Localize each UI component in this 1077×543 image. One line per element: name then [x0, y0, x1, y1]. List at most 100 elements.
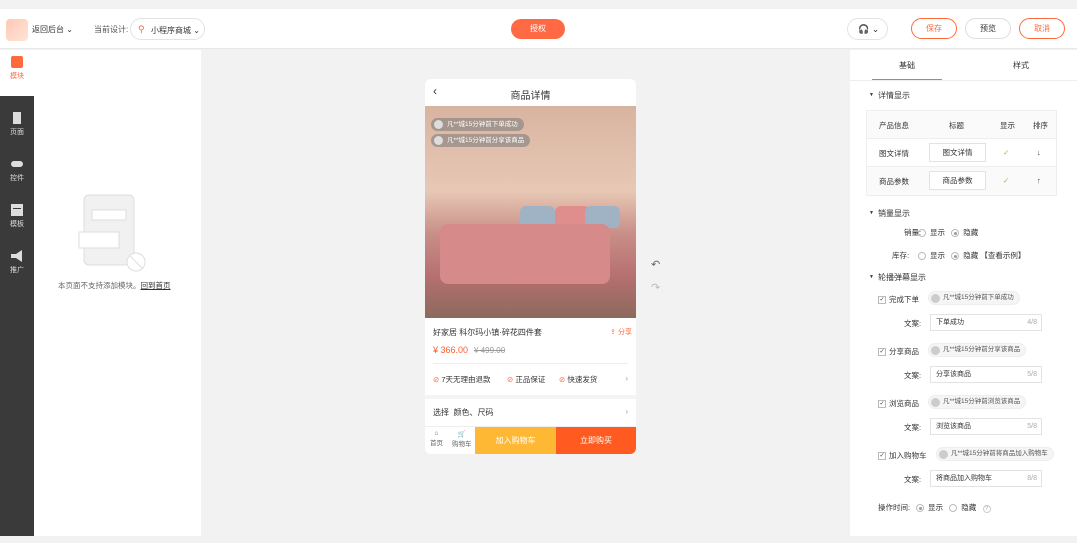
product-name: 好家居 科尔玛小镇·碎花四件套	[433, 328, 542, 337]
op-time-label: 操作时间:	[878, 503, 911, 512]
tab-home[interactable]: ⌂ 首页	[430, 430, 443, 447]
spec-select-row[interactable]: 选择 颜色、尺码	[433, 407, 493, 418]
barrage-preview-chip: 凡**城15分钟前将商品加入购物车	[936, 447, 1054, 461]
tab-base[interactable]: 基础	[872, 60, 942, 81]
tab-style[interactable]: 样式	[986, 60, 1056, 71]
text-label: 文案:	[904, 371, 922, 380]
chevron-down-icon: ⌄	[871, 24, 880, 34]
section-sales-display[interactable]: 销量显示	[869, 208, 910, 219]
page-icon	[13, 112, 21, 124]
barrage-bubble: 凡**城15分钟前分享该商品	[431, 134, 531, 147]
preview-button[interactable]: 预览	[965, 18, 1011, 39]
sidebar-item-control[interactable]: 控件	[0, 152, 34, 192]
chevron-down-icon: ⌄	[193, 26, 200, 35]
barrage-preview-chip: 凡**城15分钟前下单成功	[928, 291, 1020, 305]
sidebar-item-page[interactable]: 页面	[0, 106, 34, 146]
redo-icon[interactable]: ↷	[651, 281, 660, 294]
detail-table: 产品信息 标题 显示 排序 图文详情 图文详情 ✓ ↓ 商品参数 商品参数 ✓ …	[866, 110, 1057, 196]
checkbox[interactable]: ✓	[878, 400, 886, 409]
section-detail-display[interactable]: 详情显示	[869, 90, 910, 101]
text-input[interactable]: 浏览该商品 5/8	[930, 418, 1042, 435]
save-button[interactable]: 保存	[911, 18, 957, 39]
check-circle-icon: ⊘	[433, 375, 440, 384]
promise-item: ⊘ 7天无理由退款	[433, 375, 491, 384]
chevron-down-icon: ⌄	[66, 25, 73, 34]
support-dropdown[interactable]: 🎧 ⌄	[847, 18, 888, 40]
checkbox[interactable]: ✓	[878, 348, 886, 357]
carousel-checkbox[interactable]: ✓ 完成下单	[878, 294, 919, 305]
radio-hide[interactable]	[951, 252, 960, 261]
table-row: 商品参数 商品参数 ✓ ↑	[867, 167, 1056, 195]
radio-show[interactable]	[918, 229, 926, 238]
stock-radio-group: 显示 隐藏 【查看示例】	[918, 250, 1025, 261]
checkbox[interactable]: ✓	[878, 452, 886, 461]
table-cell: 商品参数	[879, 177, 909, 186]
module-icon	[11, 56, 23, 68]
cart-icon: 🛒	[457, 431, 466, 438]
chevron-right-icon: ›	[625, 407, 628, 416]
radio-show[interactable]	[918, 252, 926, 261]
sidebar-item-template[interactable]: 模板	[0, 198, 34, 238]
help-icon[interactable]: ?	[982, 505, 991, 513]
table-row: 图文详情 图文详情 ✓ ↓	[867, 139, 1056, 167]
phone-preview: ‹ 商品详情 凡**城15分钟前下单成功 凡**城15分钟前分享该商品 好家居 …	[425, 79, 636, 454]
radio-show[interactable]	[916, 504, 924, 513]
op-time-radio-group: 显示 隐藏 ?	[916, 502, 991, 513]
title-input[interactable]: 商品参数	[929, 171, 986, 190]
empty-illustration	[78, 194, 146, 272]
checkbox[interactable]: ✓	[878, 296, 886, 305]
sidebar-item-promote[interactable]: 推广	[0, 244, 34, 284]
text-input[interactable]: 下单成功 4/8	[930, 314, 1042, 331]
authorize-button[interactable]: 授权	[511, 19, 565, 39]
table-header: 排序	[1033, 121, 1048, 130]
radio-hide[interactable]	[949, 504, 958, 513]
table-header: 标题	[949, 121, 964, 130]
design-select[interactable]: ⚲ 小程序商城 ⌄	[130, 18, 205, 40]
sidebar: 模块 页面 控件 模板 推广	[0, 50, 34, 536]
add-to-cart-button[interactable]: 加入购物车	[475, 427, 556, 454]
chevron-right-icon: ›	[625, 374, 628, 383]
back-home-link[interactable]: 回到首页	[141, 281, 171, 290]
toggle-icon	[11, 161, 23, 167]
carousel-checkbox[interactable]: ✓ 加入购物车	[878, 450, 927, 461]
sort-up-icon[interactable]: ↑	[1037, 176, 1041, 185]
table-header: 显示	[1000, 121, 1015, 130]
sidebar-item-module[interactable]: 模块	[0, 50, 34, 96]
promise-item: ⊘ 正品保证	[507, 375, 546, 384]
title-input[interactable]: 图文详情	[929, 143, 986, 162]
current-design-label: 当前设计:	[94, 25, 129, 34]
example-link[interactable]: 【查看示例】	[980, 251, 1025, 260]
share-button[interactable]: ⇪ 分享	[610, 327, 632, 337]
text-input[interactable]: 将商品加入购物车 8/8	[930, 470, 1042, 487]
app-logo	[6, 19, 28, 41]
link-icon: ⚲	[138, 24, 145, 34]
promise-item: ⊘ 快速发货	[559, 375, 598, 384]
barrage-preview-chip: 凡**城15分钟前浏览该商品	[928, 395, 1027, 409]
section-carousel-display[interactable]: 轮播弹幕显示	[869, 272, 926, 283]
tab-cart[interactable]: 🛒 购物车	[452, 430, 472, 448]
back-to-admin[interactable]: 返回后台 ⌄	[32, 24, 73, 35]
check-icon[interactable]: ✓	[1003, 148, 1009, 157]
text-label: 文案:	[904, 423, 922, 432]
undo-icon[interactable]: ↶	[651, 258, 660, 271]
buy-now-button[interactable]: 立即购买	[556, 427, 636, 454]
radio-hide[interactable]	[951, 229, 960, 238]
product-image: 凡**城15分钟前下单成功 凡**城15分钟前分享该商品	[425, 106, 636, 318]
home-icon: ⌂	[434, 430, 439, 437]
text-label: 文案:	[904, 319, 922, 328]
tab-divider	[850, 80, 1077, 81]
settings-panel: 基础 样式 详情显示 产品信息 标题 显示 排序 图文详情 图文详情 ✓ ↓ 商…	[850, 50, 1077, 536]
divider	[433, 363, 628, 364]
phone-title: 商品详情	[510, 91, 551, 102]
original-price: ¥ 499.00	[474, 346, 506, 355]
megaphone-icon	[11, 250, 22, 262]
sort-down-icon[interactable]: ↓	[1037, 148, 1041, 157]
carousel-checkbox[interactable]: ✓ 分享商品	[878, 346, 919, 357]
bed-shape	[440, 224, 610, 284]
carousel-checkbox[interactable]: ✓ 浏览商品	[878, 398, 919, 409]
check-circle-icon: ⊘	[559, 375, 566, 384]
cancel-button[interactable]: 取消	[1019, 18, 1065, 39]
text-input[interactable]: 分享该商品 5/8	[930, 366, 1042, 383]
check-icon[interactable]: ✓	[1003, 176, 1009, 185]
barrage-preview-chip: 凡**城15分钟前分享该商品	[928, 343, 1027, 357]
